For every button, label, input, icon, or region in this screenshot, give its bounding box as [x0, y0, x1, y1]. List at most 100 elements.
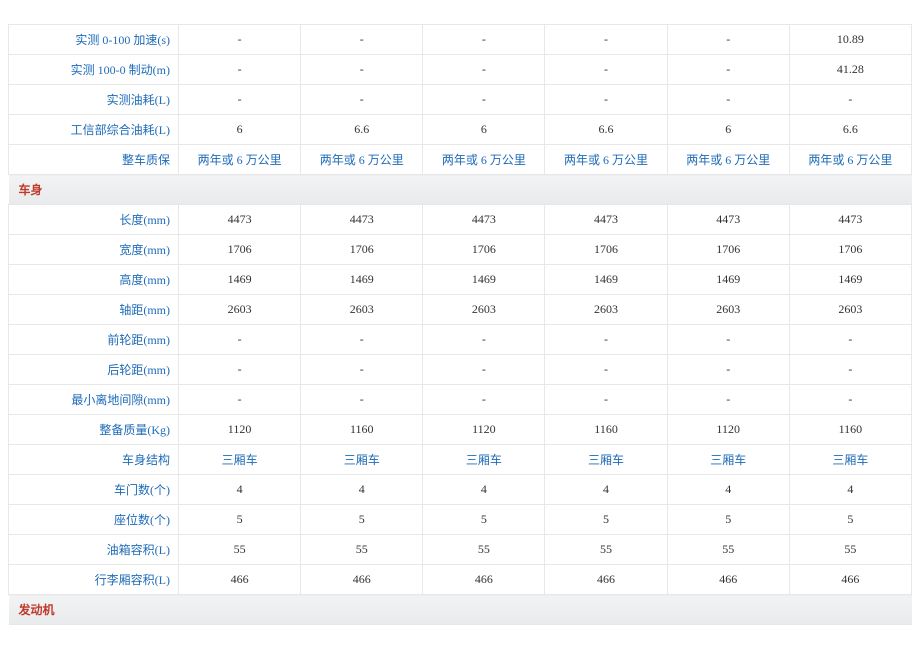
- cell-value: 4473: [789, 205, 911, 235]
- cell-value: 6.6: [301, 115, 423, 145]
- table-row: 工信部综合油耗(L)66.666.666.6: [9, 115, 912, 145]
- cell-value[interactable]: 三厢车: [789, 445, 911, 475]
- cell-value[interactable]: 三厢车: [545, 445, 667, 475]
- cell-value: 1160: [301, 415, 423, 445]
- cell-value[interactable]: 三厢车: [301, 445, 423, 475]
- table-row: 整备质量(Kg)112011601120116011201160: [9, 415, 912, 445]
- cell-value: -: [179, 385, 301, 415]
- cell-value: 1706: [667, 235, 789, 265]
- cell-value: -: [545, 25, 667, 55]
- row-label[interactable]: 座位数(个): [9, 505, 179, 535]
- cell-value[interactable]: 两年或 6 万公里: [667, 145, 789, 175]
- cell-value: -: [545, 385, 667, 415]
- cell-value: -: [179, 355, 301, 385]
- cell-value: 4473: [179, 205, 301, 235]
- cell-value: -: [545, 325, 667, 355]
- table-row: 长度(mm)447344734473447344734473: [9, 205, 912, 235]
- row-label[interactable]: 长度(mm): [9, 205, 179, 235]
- cell-value[interactable]: 三厢车: [179, 445, 301, 475]
- table-row: 前轮距(mm)------: [9, 325, 912, 355]
- cell-value: -: [545, 55, 667, 85]
- cell-value: -: [667, 85, 789, 115]
- cell-value: 1469: [301, 265, 423, 295]
- cell-value: -: [301, 85, 423, 115]
- cell-value: 1706: [301, 235, 423, 265]
- table-row: 油箱容积(L)555555555555: [9, 535, 912, 565]
- cell-value: -: [545, 355, 667, 385]
- row-label[interactable]: 车门数(个): [9, 475, 179, 505]
- row-label[interactable]: 整备质量(Kg): [9, 415, 179, 445]
- cell-value: -: [179, 25, 301, 55]
- cell-value: -: [789, 355, 911, 385]
- cell-value: 1469: [667, 265, 789, 295]
- table-row: 最小离地间隙(mm)------: [9, 385, 912, 415]
- row-label[interactable]: 高度(mm): [9, 265, 179, 295]
- cell-value: 55: [667, 535, 789, 565]
- cell-value: 5: [301, 505, 423, 535]
- table-row: 宽度(mm)170617061706170617061706: [9, 235, 912, 265]
- row-label[interactable]: 实测 100-0 制动(m): [9, 55, 179, 85]
- cell-value[interactable]: 三厢车: [667, 445, 789, 475]
- row-label[interactable]: 实测油耗(L): [9, 85, 179, 115]
- cell-value[interactable]: 两年或 6 万公里: [423, 145, 545, 175]
- table-row: 实测油耗(L)------: [9, 85, 912, 115]
- cell-value: 2603: [179, 295, 301, 325]
- row-label[interactable]: 车身结构: [9, 445, 179, 475]
- cell-value: -: [789, 85, 911, 115]
- cell-value: 6: [423, 115, 545, 145]
- cell-value[interactable]: 两年或 6 万公里: [179, 145, 301, 175]
- table-row: 整车质保两年或 6 万公里两年或 6 万公里两年或 6 万公里两年或 6 万公里…: [9, 145, 912, 175]
- cell-value: -: [179, 85, 301, 115]
- cell-value: 5: [423, 505, 545, 535]
- cell-value: 466: [789, 565, 911, 595]
- section-header: 发动机: [9, 595, 912, 625]
- row-label[interactable]: 整车质保: [9, 145, 179, 175]
- cell-value: 4: [667, 475, 789, 505]
- cell-value: -: [301, 55, 423, 85]
- cell-value: 4473: [545, 205, 667, 235]
- cell-value: 466: [423, 565, 545, 595]
- cell-value: 4473: [301, 205, 423, 235]
- cell-value: 1469: [179, 265, 301, 295]
- cell-value: 466: [667, 565, 789, 595]
- cell-value[interactable]: 三厢车: [423, 445, 545, 475]
- cell-value: 55: [545, 535, 667, 565]
- cell-value[interactable]: 两年或 6 万公里: [301, 145, 423, 175]
- cell-value: -: [667, 25, 789, 55]
- cell-value: 4: [545, 475, 667, 505]
- row-label[interactable]: 工信部综合油耗(L): [9, 115, 179, 145]
- cell-value: 5: [667, 505, 789, 535]
- table-row: 车门数(个)444444: [9, 475, 912, 505]
- table-row: 高度(mm)146914691469146914691469: [9, 265, 912, 295]
- cell-value: -: [667, 325, 789, 355]
- cell-value: 1469: [423, 265, 545, 295]
- row-label[interactable]: 前轮距(mm): [9, 325, 179, 355]
- cell-value: 466: [301, 565, 423, 595]
- cell-value: -: [545, 85, 667, 115]
- cell-value[interactable]: 两年或 6 万公里: [789, 145, 911, 175]
- spec-table: 实测 0-100 加速(s)-----10.89实测 100-0 制动(m)--…: [8, 24, 912, 625]
- cell-value: -: [789, 385, 911, 415]
- cell-value: 1706: [423, 235, 545, 265]
- row-label[interactable]: 油箱容积(L): [9, 535, 179, 565]
- row-label[interactable]: 最小离地间隙(mm): [9, 385, 179, 415]
- cell-value: 4: [789, 475, 911, 505]
- row-label[interactable]: 实测 0-100 加速(s): [9, 25, 179, 55]
- cell-value: 466: [545, 565, 667, 595]
- cell-value: 5: [179, 505, 301, 535]
- row-label[interactable]: 后轮距(mm): [9, 355, 179, 385]
- cell-value: 1120: [667, 415, 789, 445]
- row-label[interactable]: 行李厢容积(L): [9, 565, 179, 595]
- cell-value: 1469: [789, 265, 911, 295]
- row-label[interactable]: 轴距(mm): [9, 295, 179, 325]
- section-header: 车身: [9, 175, 912, 205]
- cell-value[interactable]: 两年或 6 万公里: [545, 145, 667, 175]
- cell-value: 466: [179, 565, 301, 595]
- cell-value: 55: [423, 535, 545, 565]
- table-row: 座位数(个)555555: [9, 505, 912, 535]
- cell-value: 4: [423, 475, 545, 505]
- cell-value: -: [179, 325, 301, 355]
- cell-value: 1120: [423, 415, 545, 445]
- row-label[interactable]: 宽度(mm): [9, 235, 179, 265]
- cell-value: 1160: [789, 415, 911, 445]
